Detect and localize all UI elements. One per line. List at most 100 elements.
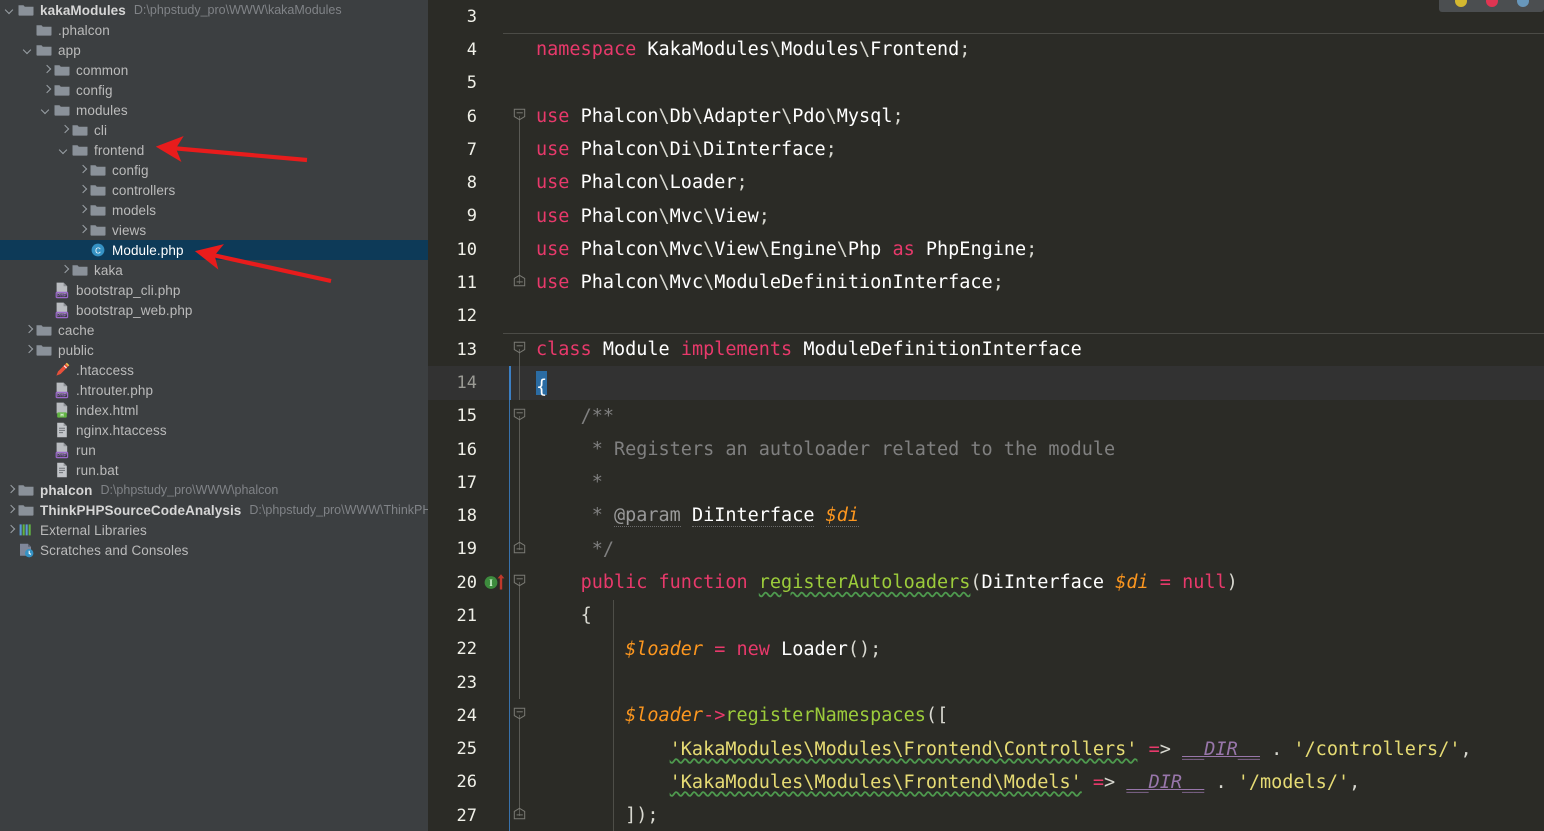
code-line-14[interactable]: 14 { bbox=[428, 366, 1544, 400]
tree-item-thinkphpsourcecodeanalysis[interactable]: ThinkPHPSourceCodeAnalysis D:\phpstudy_pr… bbox=[0, 500, 428, 520]
code-line-21[interactable]: 21 { bbox=[428, 599, 1544, 633]
code-text[interactable]: $loader = new Loader(); bbox=[531, 633, 881, 666]
fold-gutter[interactable] bbox=[509, 499, 531, 533]
fold-gutter[interactable] bbox=[509, 366, 531, 400]
fold-gutter[interactable] bbox=[509, 199, 531, 234]
chevron-right-icon[interactable] bbox=[58, 260, 71, 280]
tree-item-nginx-htaccess[interactable]: nginx.htaccess bbox=[0, 420, 428, 440]
tree-item-index-html[interactable]: Hindex.html bbox=[0, 400, 428, 420]
tree-item-kakamodules[interactable]: kakaModules D:\phpstudy_pro\WWW\kakaModul… bbox=[0, 0, 428, 20]
code-line-10[interactable]: 10 use Phalcon\Mvc\View\Engine\Php as Php… bbox=[428, 233, 1544, 267]
fold-gutter[interactable] bbox=[509, 33, 531, 66]
chevron-right-icon[interactable] bbox=[22, 340, 35, 360]
code-text[interactable]: use Phalcon\Mvc\View\Engine\Php as PhpEn… bbox=[531, 233, 1037, 266]
code-editor[interactable]: 3 4 namespace KakaModules\Modules\Frontend… bbox=[428, 0, 1544, 831]
fold-gutter[interactable] bbox=[509, 133, 531, 167]
chevron-right-icon[interactable] bbox=[4, 500, 17, 520]
chevron-down-icon[interactable] bbox=[40, 100, 53, 120]
fold-gutter[interactable] bbox=[509, 166, 531, 200]
code-line-16[interactable]: 16 * Registers an autoloader related to … bbox=[428, 432, 1544, 467]
fold-gutter[interactable] bbox=[509, 300, 531, 333]
fold-gutter[interactable] bbox=[509, 665, 531, 700]
code-text[interactable]: namespace KakaModules\Modules\Frontend; bbox=[531, 33, 970, 66]
tree-item-models[interactable]: models bbox=[0, 200, 428, 220]
code-line-26[interactable]: 26 'KakaModules\Modules\Frontend\Models'… bbox=[428, 765, 1544, 800]
fold-gutter[interactable] bbox=[509, 432, 531, 467]
code-line-9[interactable]: 9 use Phalcon\Mvc\View; bbox=[428, 199, 1544, 234]
chevron-right-icon[interactable] bbox=[76, 180, 89, 200]
chevron-right-icon[interactable] bbox=[76, 160, 89, 180]
chevron-down-icon[interactable] bbox=[58, 140, 71, 160]
code-text[interactable]: use Phalcon\Mvc\View; bbox=[531, 200, 770, 233]
code-text[interactable]: /** bbox=[531, 400, 614, 433]
fold-gutter[interactable] bbox=[509, 699, 531, 733]
code-text[interactable]: * bbox=[531, 466, 603, 499]
code-text[interactable]: use Phalcon\Loader; bbox=[531, 166, 748, 199]
fold-gutter[interactable] bbox=[509, 333, 531, 367]
tree-item-kaka[interactable]: kaka bbox=[0, 260, 428, 280]
tree-item-run-bat[interactable]: run.bat bbox=[0, 460, 428, 480]
code-line-3[interactable]: 3 bbox=[428, 0, 1544, 33]
fold-gutter[interactable] bbox=[509, 799, 531, 831]
code-text[interactable]: 'KakaModules\Modules\Frontend\Models' =>… bbox=[531, 766, 1361, 799]
code-line-19[interactable]: 19 */ bbox=[428, 532, 1544, 566]
tree-item-frontend[interactable]: frontend bbox=[0, 140, 428, 160]
tree-item-phalcon[interactable]: phalcon D:\phpstudy_pro\WWW\phalcon bbox=[0, 480, 428, 500]
fold-gutter[interactable] bbox=[509, 532, 531, 566]
fold-gutter[interactable] bbox=[509, 599, 531, 633]
code-text[interactable]: * Registers an autoloader related to the… bbox=[531, 433, 1115, 466]
code-text[interactable]: class Module implements ModuleDefinition… bbox=[531, 333, 1082, 366]
tree-item-phalcon[interactable]: .phalcon bbox=[0, 20, 428, 40]
fold-gutter[interactable] bbox=[509, 233, 531, 267]
code-text[interactable]: 'KakaModules\Modules\Frontend\Controller… bbox=[531, 733, 1472, 766]
code-line-17[interactable]: 17 * bbox=[428, 466, 1544, 500]
code-line-23[interactable]: 23 bbox=[428, 665, 1544, 700]
chevron-right-icon[interactable] bbox=[40, 80, 53, 100]
code-line-27[interactable]: 27 ]); bbox=[428, 799, 1544, 831]
fold-gutter[interactable] bbox=[509, 566, 531, 600]
tree-item-config[interactable]: config bbox=[0, 160, 428, 180]
code-line-25[interactable]: 25 'KakaModules\Modules\Frontend\Control… bbox=[428, 732, 1544, 766]
tree-item-public[interactable]: public bbox=[0, 340, 428, 360]
code-line-24[interactable]: 24 $loader->registerNamespaces([ bbox=[428, 699, 1544, 733]
fold-gutter[interactable] bbox=[509, 765, 531, 800]
code-line-20[interactable]: 20 I public function registerAutoloaders(… bbox=[428, 566, 1544, 600]
chevron-right-icon[interactable] bbox=[4, 480, 17, 500]
tree-item-views[interactable]: views bbox=[0, 220, 428, 240]
code-line-18[interactable]: 18 * @param DiInterface $di bbox=[428, 499, 1544, 533]
chevron-right-icon[interactable] bbox=[4, 520, 17, 540]
tree-item-bootstrap-web-php[interactable]: PHP bootstrap_web.php bbox=[0, 300, 428, 320]
code-line-12[interactable]: 12 bbox=[428, 300, 1544, 333]
project-tool-window[interactable]: kakaModules D:\phpstudy_pro\WWW\kakaModul… bbox=[0, 0, 428, 831]
fold-gutter[interactable] bbox=[509, 0, 531, 33]
fold-gutter[interactable] bbox=[509, 732, 531, 766]
code-text[interactable]: { bbox=[531, 599, 592, 632]
fold-gutter[interactable] bbox=[509, 266, 531, 299]
chevron-right-icon[interactable] bbox=[76, 220, 89, 240]
tree-item-run[interactable]: PHP run bbox=[0, 440, 428, 460]
implements-method-marker[interactable]: I bbox=[483, 566, 509, 599]
code-line-4[interactable]: 4 namespace KakaModules\Modules\Frontend; bbox=[428, 33, 1544, 66]
code-line-8[interactable]: 8 use Phalcon\Loader; bbox=[428, 166, 1544, 200]
fold-gutter[interactable] bbox=[509, 100, 531, 134]
code-text[interactable]: { bbox=[531, 366, 547, 399]
tree-item-app[interactable]: app bbox=[0, 40, 428, 60]
chevron-right-icon[interactable] bbox=[76, 200, 89, 220]
fold-gutter[interactable] bbox=[509, 400, 531, 433]
code-text[interactable]: ]); bbox=[531, 799, 658, 831]
code-line-15[interactable]: 15 /** bbox=[428, 400, 1544, 433]
tree-item-cache[interactable]: cache bbox=[0, 320, 428, 340]
code-text[interactable]: $loader->registerNamespaces([ bbox=[531, 699, 948, 732]
tree-item-htrouter-php[interactable]: PHP .htrouter.php bbox=[0, 380, 428, 400]
fold-gutter[interactable] bbox=[509, 466, 531, 500]
warning-dot[interactable] bbox=[1454, 0, 1467, 7]
error-dot[interactable] bbox=[1485, 0, 1498, 7]
fold-gutter[interactable] bbox=[509, 67, 531, 100]
tree-item-module-php[interactable]: C Module.php bbox=[0, 240, 428, 260]
code-text[interactable]: */ bbox=[531, 533, 614, 566]
tree-item-modules[interactable]: modules bbox=[0, 100, 428, 120]
chevron-right-icon[interactable] bbox=[58, 120, 71, 140]
code-line-6[interactable]: 6 use Phalcon\Db\Adapter\Pdo\Mysql; bbox=[428, 100, 1544, 134]
chevron-right-icon[interactable] bbox=[22, 320, 35, 340]
code-text[interactable]: public function registerAutoloaders(DiIn… bbox=[531, 566, 1238, 599]
